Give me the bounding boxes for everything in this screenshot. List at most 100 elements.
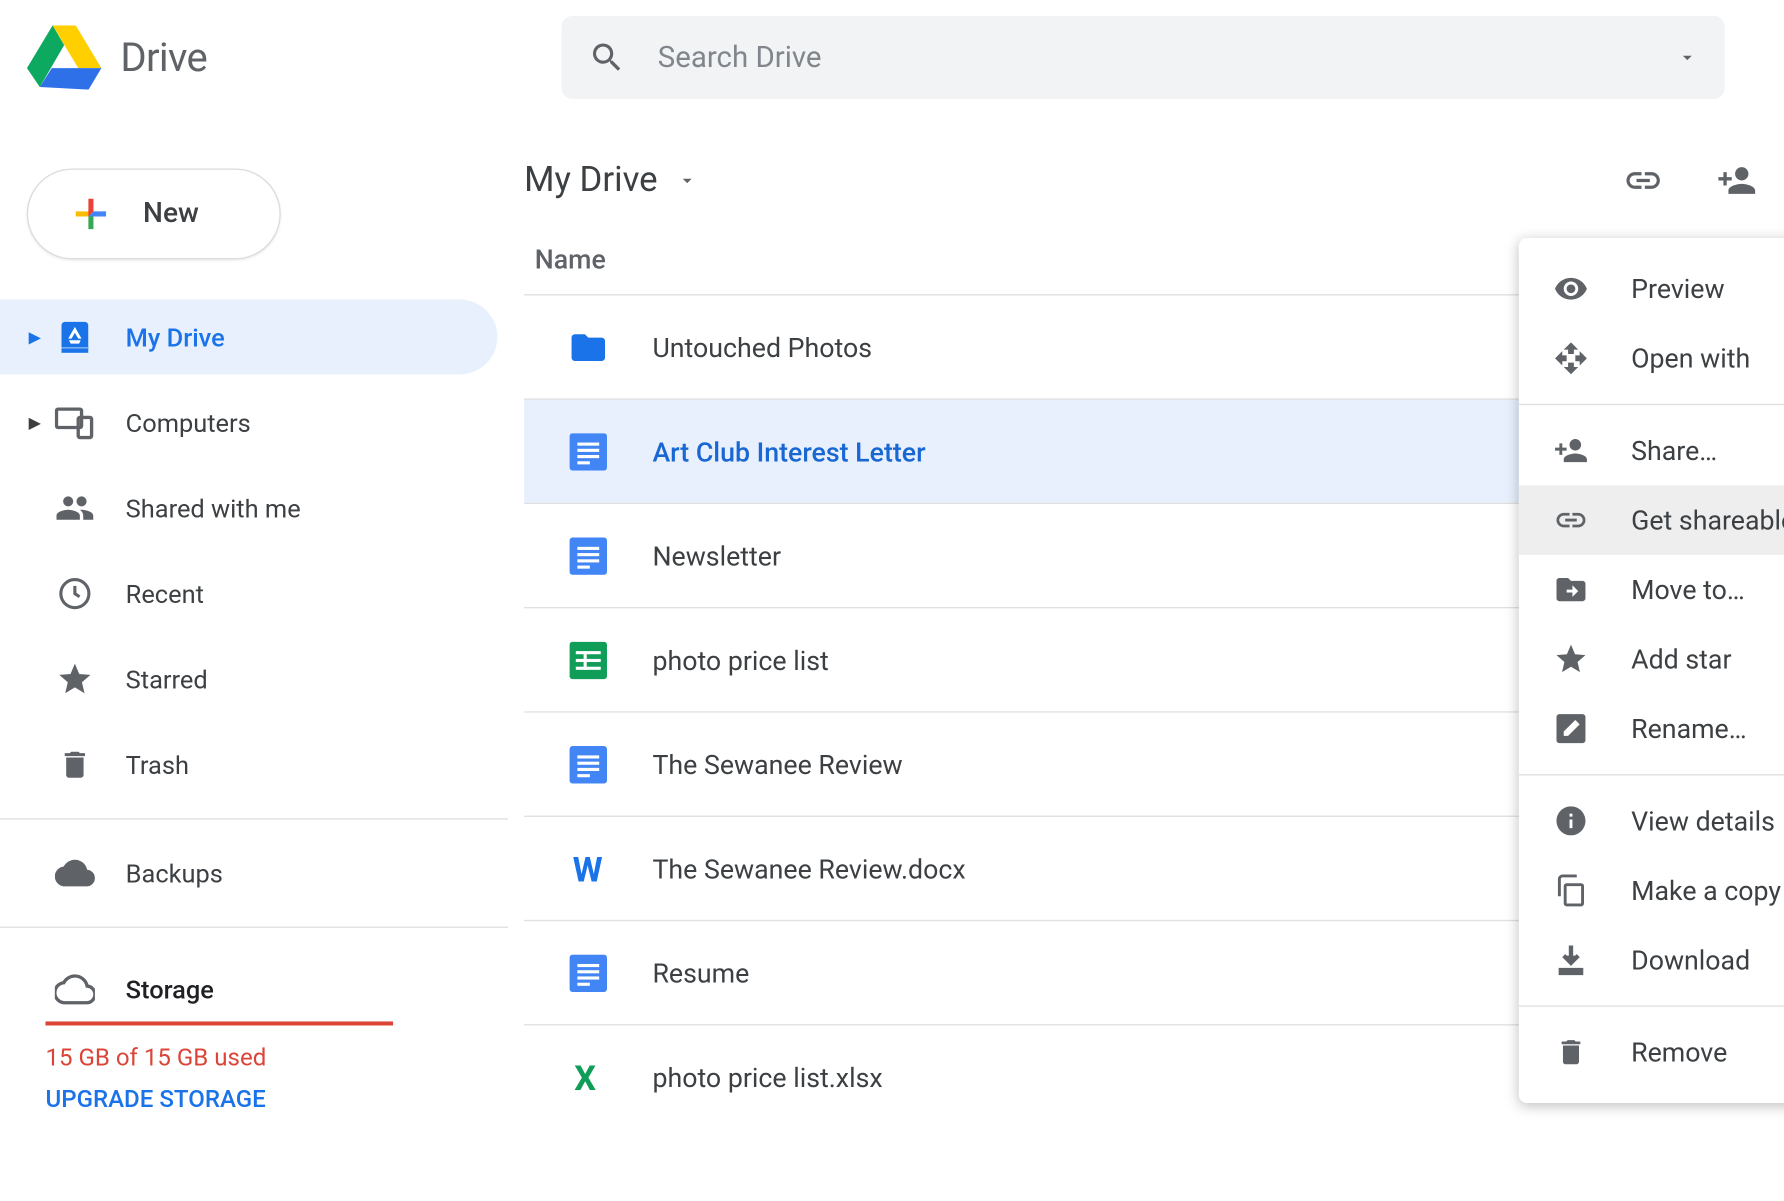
menu-label: Download (1631, 944, 1750, 976)
cloud-outline-icon (45, 969, 104, 1009)
menu-label: Get shareable link (1631, 504, 1784, 536)
menu-label: Share… (1631, 435, 1717, 467)
sidebar-item-computers[interactable]: ▶ Computers (0, 385, 497, 460)
info-icon (1551, 804, 1591, 839)
file-name: Newsletter (652, 539, 781, 571)
divider (0, 818, 508, 819)
sidebar-item-recent[interactable]: Recent (0, 556, 497, 631)
context-menu: Preview Open with Share… (1519, 238, 1784, 1103)
svg-text:W: W (573, 850, 603, 887)
recent-icon (45, 575, 104, 612)
shared-icon (45, 488, 104, 528)
menu-item-add-star[interactable]: Add star (1519, 624, 1784, 694)
plus-icon (68, 191, 113, 236)
app-title: Drive (120, 34, 207, 81)
sidebar-item-label: Shared with me (126, 493, 301, 524)
trash-icon (1551, 1036, 1591, 1068)
toolbar-actions (1623, 160, 1757, 200)
add-person-icon (1551, 433, 1591, 468)
menu-item-open-with[interactable]: Open with (1519, 324, 1784, 394)
menu-label: Make a copy (1631, 874, 1781, 906)
star-icon (1551, 642, 1591, 677)
header: Drive (0, 0, 1784, 115)
upgrade-storage-link[interactable]: UPGRADE STORAGE (45, 1086, 508, 1114)
menu-label: View details (1631, 805, 1775, 837)
breadcrumb[interactable]: My Drive (524, 160, 698, 200)
menu-item-share[interactable]: Share… (1519, 416, 1784, 486)
doc-icon (564, 537, 612, 574)
eye-icon (1551, 271, 1591, 306)
breadcrumb-label: My Drive (524, 160, 658, 200)
sidebar-item-storage[interactable]: Storage (45, 952, 508, 1027)
storage-label: Storage (126, 974, 214, 1005)
sidebar-item-my-drive[interactable]: ▶ My Drive (0, 299, 497, 374)
doc-icon (564, 745, 612, 782)
file-name: Untouched Photos (652, 331, 872, 363)
search-icon (588, 39, 625, 76)
divider (1519, 404, 1784, 405)
sidebar-item-label: Backups (126, 858, 223, 889)
file-name: photo price list.xlsx (652, 1061, 882, 1093)
file-name: The Sewanee Review.docx (652, 852, 965, 884)
menu-item-preview[interactable]: Preview (1519, 254, 1784, 324)
menu-item-get-link[interactable]: Get shareable link (1519, 485, 1784, 555)
divider (0, 927, 508, 928)
new-button-label: New (143, 198, 199, 230)
copy-icon (1551, 873, 1591, 908)
sidebar-item-label: My Drive (126, 322, 225, 353)
menu-item-view-details[interactable]: View details (1519, 786, 1784, 856)
menu-label: Add star (1631, 643, 1731, 675)
menu-label: Rename… (1631, 713, 1747, 745)
doc-icon (564, 433, 612, 470)
sheet-icon (564, 641, 612, 678)
search-bar[interactable] (562, 16, 1725, 99)
excel-icon: X (564, 1058, 612, 1095)
sidebar-item-shared[interactable]: Shared with me (0, 471, 497, 546)
divider (1519, 1005, 1784, 1006)
file-name: Art Club Interest Letter (652, 435, 925, 467)
sidebar: New ▶ My Drive ▶ Computers Shared with m… (0, 115, 508, 1128)
search-input[interactable] (658, 41, 1677, 74)
menu-item-make-copy[interactable]: Make a copy (1519, 856, 1784, 926)
toolbar: My Drive (524, 160, 1783, 230)
sidebar-item-backups[interactable]: Backups (0, 836, 497, 911)
drive-icon (45, 317, 104, 357)
sidebar-item-label: Starred (126, 664, 208, 695)
add-person-icon[interactable] (1717, 160, 1757, 200)
sidebar-item-label: Recent (126, 578, 204, 609)
get-link-icon[interactable] (1623, 160, 1663, 200)
search-options-icon[interactable] (1677, 47, 1698, 68)
rename-icon (1551, 711, 1591, 746)
menu-label: Move to… (1631, 574, 1745, 606)
word-icon: W (564, 850, 612, 887)
sidebar-item-starred[interactable]: Starred (0, 642, 497, 717)
cloud-icon (45, 853, 104, 893)
menu-item-rename[interactable]: Rename… (1519, 694, 1784, 764)
expand-icon[interactable]: ▶ (24, 413, 45, 432)
menu-label: Remove (1631, 1036, 1727, 1068)
folder-icon (564, 327, 612, 367)
menu-item-remove[interactable]: Remove (1519, 1017, 1784, 1087)
download-icon (1551, 943, 1591, 978)
menu-item-download[interactable]: Download (1519, 925, 1784, 995)
star-icon (45, 660, 104, 697)
storage-usage-text: 15 GB of 15 GB used (45, 1044, 508, 1072)
trash-icon (45, 747, 104, 782)
caret-down-icon (676, 170, 697, 191)
main-content: My Drive Name Untouched Photos (508, 115, 1783, 1128)
storage-section: Storage 15 GB of 15 GB used UPGRADE STOR… (0, 944, 508, 1114)
menu-item-move-to[interactable]: Move to… (1519, 555, 1784, 625)
folder-move-icon (1551, 572, 1591, 607)
expand-icon[interactable]: ▶ (24, 328, 45, 347)
sidebar-item-label: Computers (126, 407, 251, 438)
sidebar-item-trash[interactable]: Trash (0, 727, 497, 802)
svg-text:X: X (574, 1058, 596, 1095)
drive-logo-icon (27, 25, 102, 89)
storage-meter (45, 1021, 393, 1025)
new-button[interactable]: New (27, 168, 281, 259)
logo-area[interactable]: Drive (27, 25, 562, 89)
computers-icon (45, 402, 104, 442)
menu-label: Open with (1631, 342, 1750, 374)
move-icon (1551, 341, 1591, 376)
sidebar-item-label: Trash (126, 749, 189, 780)
